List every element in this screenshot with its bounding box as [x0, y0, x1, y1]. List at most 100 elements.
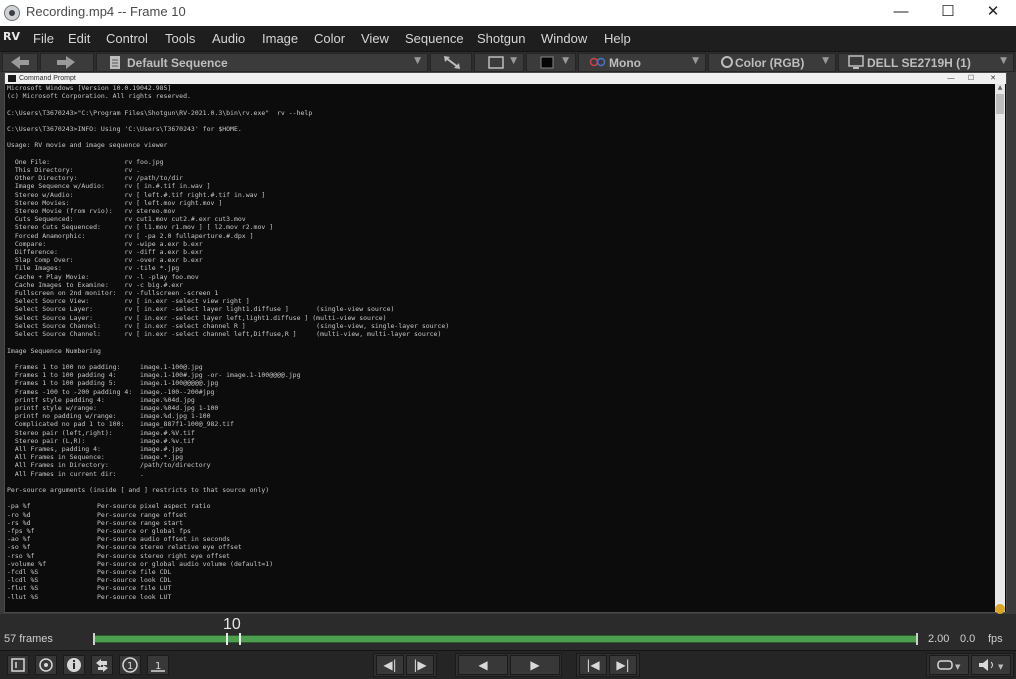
fps-label: fps [988, 633, 1003, 645]
play-backward-button[interactable]: ◀ [458, 655, 508, 675]
image-viewer[interactable]: Command Prompt — ☐ ✕ Microsoft Windows [… [0, 72, 1016, 614]
frame-icon [488, 56, 504, 69]
chevron-down-icon: ▼ [414, 56, 421, 66]
pan-zoom-button[interactable] [430, 53, 472, 72]
step-back-button[interactable]: ◀| [376, 655, 404, 675]
forward-button[interactable] [40, 53, 94, 72]
display-label: DELL SE2719H (1) [867, 56, 971, 70]
annotate-icon [11, 658, 25, 672]
sequence-label: Default Sequence [127, 56, 228, 70]
chevron-down-icon: ▼ [562, 56, 569, 66]
loop-mode-button[interactable]: ▼ [929, 655, 969, 675]
title-bar: Recording.mp4 -- Frame 10 — ☐ ✕ [0, 0, 1016, 26]
console-title: Command Prompt [19, 75, 76, 82]
console-close-icon: ✕ [990, 75, 996, 82]
svg-text:1: 1 [127, 661, 133, 672]
menu-image[interactable]: Image [262, 31, 298, 46]
timeline-track[interactable] [93, 633, 918, 645]
expand-arrows-icon [444, 56, 460, 69]
chevron-down-icon: ▼ [822, 56, 829, 66]
playback-speed[interactable]: 2.00 [928, 633, 949, 645]
current-frame-label: 10 [223, 616, 241, 633]
monitor-icon [848, 55, 864, 69]
step-back-one-button[interactable]: 1 [119, 655, 141, 675]
go-to-start-button[interactable]: |◀ [579, 655, 607, 675]
info-button[interactable] [63, 655, 85, 675]
menu-tools[interactable]: Tools [165, 31, 195, 46]
frame-guide-button[interactable]: ▼ [474, 53, 524, 72]
console-title-bar: Command Prompt — ☐ ✕ [5, 73, 1006, 84]
annotate-button[interactable] [7, 655, 29, 675]
menu-edit[interactable]: Edit [68, 31, 90, 46]
close-button[interactable]: ✕ [970, 0, 1016, 26]
command-prompt-frame: Command Prompt — ☐ ✕ Microsoft Windows [… [4, 72, 1007, 613]
frame-count: 57 frames [4, 633, 53, 645]
chevron-down-icon: ▼ [692, 56, 699, 66]
scroll-up-icon: ▲ [997, 84, 1003, 91]
menu-file[interactable]: File [33, 31, 54, 46]
volume-button[interactable]: ▼ [971, 655, 1011, 675]
menu-sequence[interactable]: Sequence [405, 31, 464, 46]
menu-bar: RV File Edit Control Tools Audio Image C… [0, 27, 1016, 51]
window-title: Recording.mp4 -- Frame 10 [26, 4, 186, 19]
black-square-icon [540, 56, 554, 69]
svg-text:1: 1 [155, 661, 161, 672]
network-icon [39, 658, 53, 672]
bottom-control-bar: 1 1 ◀| |▶ ◀ ▶ |◀ ▶| ▼ ▼ [0, 650, 1016, 679]
console-minimize-icon: — [947, 75, 955, 82]
app-icon [4, 5, 20, 21]
play-group: ◀ ▶ [455, 653, 562, 677]
loop-volume-group: ▼ ▼ [926, 653, 1014, 677]
resize-corner-icon[interactable] [995, 604, 1005, 614]
maximize-button[interactable]: ☐ [925, 0, 971, 26]
info-icon [67, 658, 81, 672]
menu-view[interactable]: View [361, 31, 389, 46]
console-icon [8, 75, 16, 82]
menu-shotgun[interactable]: Shotgun [477, 31, 525, 46]
step-back-one-icon: 1 [122, 657, 138, 673]
toolbar: Default Sequence ▼ ▼ ▼ Mono ▼ Color (RGB… [0, 51, 1016, 74]
swap-icon [96, 659, 108, 672]
menu-help[interactable]: Help [604, 31, 631, 46]
console-maximize-icon: ☐ [967, 75, 975, 82]
go-to-end-button[interactable]: ▶| [609, 655, 637, 675]
scroll-thumb [996, 94, 1004, 114]
stereo-icon [589, 57, 606, 67]
menu-audio[interactable]: Audio [212, 31, 245, 46]
loop-icon: ▼ [937, 660, 961, 671]
out-point-marker[interactable] [916, 633, 918, 645]
volume-icon: ▼ [979, 659, 1004, 671]
jump-group: |◀ ▶| [576, 653, 640, 677]
back-button[interactable] [2, 53, 38, 72]
document-icon [110, 56, 120, 69]
menu-window[interactable]: Window [541, 31, 587, 46]
swap-button[interactable] [91, 655, 113, 675]
step-forward-button[interactable]: |▶ [406, 655, 434, 675]
console-scrollbar: ▲ [995, 84, 1005, 612]
sequence-select[interactable]: Default Sequence ▼ [96, 53, 428, 72]
playhead[interactable] [226, 633, 241, 645]
playback-offset[interactable]: 0.0 [960, 633, 975, 645]
chevron-down-icon: ▼ [1000, 56, 1007, 66]
rv-logo: RV [3, 30, 20, 43]
menu-color[interactable]: Color [314, 31, 345, 46]
step-one-button[interactable]: 1 [147, 655, 169, 675]
display-select[interactable]: DELL SE2719H (1) ▼ [838, 53, 1014, 72]
network-button[interactable] [35, 655, 57, 675]
color-mode-select[interactable]: Color (RGB) ▼ [708, 53, 836, 72]
svg-text:▼: ▼ [998, 663, 1004, 671]
step-one-icon: 1 [151, 661, 165, 672]
menu-control[interactable]: Control [106, 31, 148, 46]
minimize-button[interactable]: — [878, 0, 924, 26]
stereo-mode-select[interactable]: Mono ▼ [578, 53, 706, 72]
color-label: Color (RGB) [735, 56, 805, 70]
console-output: Microsoft Windows [Version 10.0.19042.98… [7, 84, 450, 601]
chevron-down-icon: ▼ [510, 56, 517, 66]
background-button[interactable]: ▼ [526, 53, 576, 72]
arrow-left-icon [11, 56, 29, 69]
arrow-right-icon [57, 56, 75, 69]
play-forward-button[interactable]: ▶ [510, 655, 560, 675]
mono-label: Mono [609, 56, 641, 70]
in-point-marker[interactable] [93, 633, 95, 645]
step-group: ◀| |▶ [373, 653, 437, 677]
